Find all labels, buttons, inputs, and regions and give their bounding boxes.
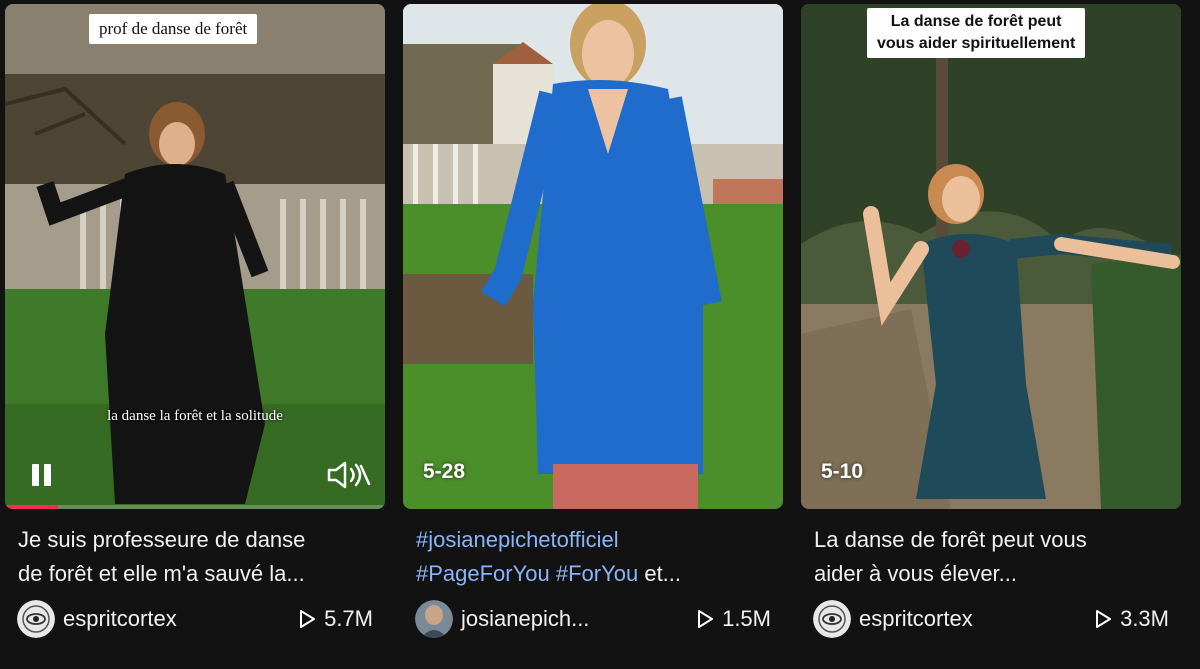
view-count: 3.3M	[1094, 606, 1169, 632]
video-description[interactable]: La danse de forêt peut vous aider à vous…	[801, 523, 1171, 591]
view-count: 1.5M	[696, 606, 771, 632]
video-overlay-caption: prof de danse de forêt	[89, 14, 258, 44]
video-progress-fill	[5, 505, 59, 509]
username[interactable]: espritcortex	[859, 606, 973, 632]
view-count: 5.7M	[298, 606, 373, 632]
view-count-value: 1.5M	[722, 606, 771, 631]
hashtag[interactable]: #josianepichetofficiel	[416, 523, 773, 557]
video-meta: espritcortex 3.3M	[801, 598, 1181, 638]
view-count-value: 5.7M	[324, 606, 373, 631]
video-card: prof de danse de forêt la danse la forêt…	[5, 4, 385, 638]
video-thumbnail	[403, 4, 783, 509]
overlay-caption-line: La danse de forêt peut	[890, 13, 1062, 30]
video-overlay-caption: La danse de forêt peut vous aider spirit…	[867, 8, 1086, 58]
description-line: Je suis professeure de danse	[18, 527, 306, 552]
video-meta: josianepich... 1.5M	[403, 598, 783, 638]
avatar[interactable]	[415, 600, 453, 638]
video-card: 5-28 #josianepichetofficiel #PageForYou …	[403, 4, 783, 638]
description-line: La danse de forêt peut vous	[814, 527, 1087, 552]
video-thumbnail	[801, 4, 1181, 509]
video-progress-bar[interactable]	[5, 505, 385, 509]
video-thumbnail	[5, 4, 385, 509]
video-date: 5-28	[423, 460, 466, 483]
video-subtitle: la danse la forêt et la solitude	[107, 408, 283, 424]
overlay-caption-line: vous aider spirituellement	[877, 35, 1076, 52]
view-count-value: 3.3M	[1120, 606, 1169, 631]
volume-muted-icon[interactable]	[325, 458, 373, 492]
video-thumbnail-link[interactable]: La danse de forêt peut vous aider spirit…	[801, 4, 1181, 509]
video-description[interactable]: Je suis professeure de danse de forêt et…	[5, 523, 375, 591]
video-date: 5-10	[821, 460, 864, 483]
description-text: et...	[638, 561, 682, 586]
avatar[interactable]	[17, 600, 55, 638]
username[interactable]: espritcortex	[63, 606, 177, 632]
video-grid: prof de danse de forêt la danse la forêt…	[0, 0, 1200, 669]
play-icon	[1096, 610, 1112, 628]
video-meta: espritcortex 5.7M	[5, 598, 385, 638]
play-icon	[300, 610, 316, 628]
video-card: La danse de forêt peut vous aider spirit…	[801, 4, 1181, 638]
video-thumbnail-link[interactable]: 5-28	[403, 4, 783, 509]
description-line: aider à vous élever...	[814, 561, 1018, 586]
play-icon	[698, 610, 714, 628]
avatar[interactable]	[813, 600, 851, 638]
pause-icon[interactable]	[27, 460, 57, 490]
username[interactable]: josianepich...	[461, 606, 589, 632]
hashtag[interactable]: #PageForYou #ForYou	[416, 561, 638, 586]
description-line: de forêt et elle m'a sauvé la...	[18, 561, 305, 586]
video-player[interactable]: prof de danse de forêt la danse la forêt…	[5, 4, 385, 509]
video-description[interactable]: #josianepichetofficiel #PageForYou #ForY…	[403, 523, 773, 591]
